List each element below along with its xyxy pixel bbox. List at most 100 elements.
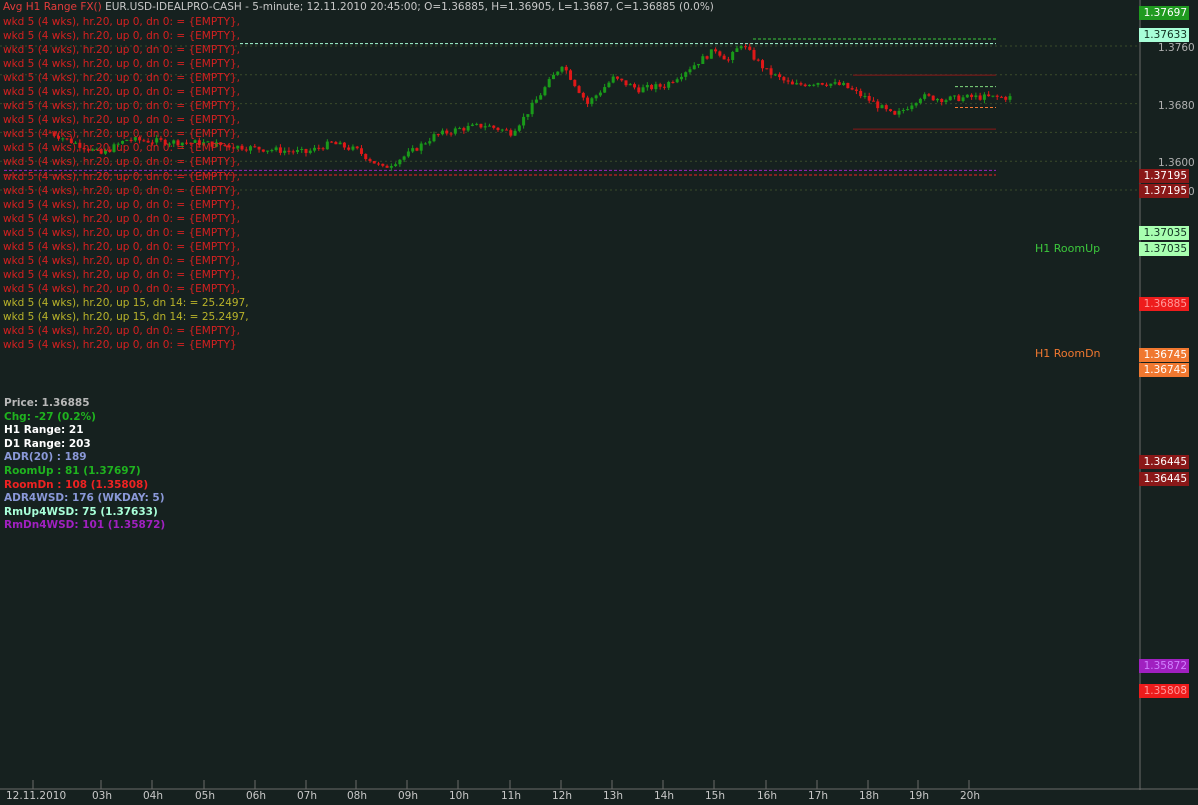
candle-body [816,83,820,85]
candle-body [547,79,551,88]
candle-body [492,125,496,128]
stat-line: D1 Range: 203 [4,437,91,450]
candle-body [752,49,756,60]
candle-body [539,95,543,100]
candle-body [249,146,253,151]
candle-body [739,46,743,49]
candle-body [325,141,329,150]
price-tag: 1.37697 [1139,6,1189,20]
candle-body [351,146,355,150]
candle-body [368,159,372,162]
log-line: wkd 5 (4 wks), hr.20, up 0, dn 0: = {EMP… [3,198,241,211]
candle-body [445,130,449,134]
time-label: 14h [654,790,675,802]
candle-body [470,124,474,126]
candle-body [483,126,487,128]
candle-body [957,95,961,101]
room-down-label: H1 RoomDn [1035,347,1101,360]
candle-body [278,147,282,153]
candle-body [394,164,398,167]
candle-body [633,84,637,88]
log-line: wkd 5 (4 wks), hr.20, up 0, dn 0: = {EMP… [3,44,241,57]
candle-body [300,149,304,151]
time-label: 04h [143,790,164,802]
stat-line: ADR(20) : 189 [4,451,87,464]
candle-body [837,82,841,85]
time-label: 16h [757,790,778,802]
candle-body [940,98,944,103]
candle-body [880,105,884,109]
candle-body [978,95,982,100]
candle-body [577,86,581,93]
candle-body [897,110,901,115]
price-tag: 1.37035 [1139,242,1189,256]
candle-body [359,148,363,154]
stat-line: RmDn4WSD: 101 (1.35872) [4,519,166,532]
candle-body [385,165,389,168]
candle-body [317,147,321,149]
candle-body [842,82,846,85]
candle-body [825,84,829,86]
instrument-info: EUR.USD-IDEALPRO-CASH - 5-minute; 12.11.… [105,1,714,13]
candle-body [402,156,406,160]
candle-body [782,77,786,81]
log-line: wkd 5 (4 wks), hr.20, up 0, dn 0: = {EMP… [3,212,241,225]
candle-body [415,148,419,151]
log-line: wkd 5 (4 wks), hr.20, up 0, dn 0: = {EMP… [3,72,241,85]
candle-body [330,141,334,143]
candle-body [517,125,521,131]
candle-body [709,49,713,59]
log-line: wkd 5 (4 wks), hr.20, up 0, dn 0: = {EMP… [3,226,241,239]
time-label: 10h [449,790,470,802]
log-line: wkd 5 (4 wks), hr.20, up 0, dn 0: = {EMP… [3,325,241,338]
candle-body [270,150,274,152]
stat-line: H1 Range: 21 [4,424,84,437]
time-label: 12h [552,790,573,802]
candle-body [765,68,769,70]
candle-body [423,143,427,145]
log-line: wkd 5 (4 wks), hr.20, up 0, dn 0: = {EMP… [3,268,241,281]
candle-body [505,129,509,131]
candle-body [756,59,760,61]
log-line: wkd 5 (4 wks), hr.20, up 0, dn 0: = {EMP… [3,240,241,253]
log-line: wkd 5 (4 wks), hr.20, up 0, dn 0: = {EMP… [3,30,241,43]
stat-line: RmUp4WSD: 75 (1.37633) [4,505,158,518]
candle-body [530,102,534,115]
candle-body [291,151,295,153]
price-tag: 1.35872 [1139,659,1189,673]
candle-body [667,82,671,88]
candle-body [889,109,893,112]
candle-body [308,150,312,153]
candle-body [692,65,696,70]
candle-body [295,149,299,153]
candle-body [769,68,773,75]
candle-body [342,142,346,148]
candle-body [671,82,675,84]
candle-body [645,84,649,88]
time-label: 08h [347,790,368,802]
candle-body [607,82,611,88]
price-tag: 1.36745 [1139,363,1189,377]
candle-body [803,84,807,87]
candle-body [935,98,939,101]
candle-body [850,88,854,90]
axis-price-label: 1.3680 [1158,99,1195,112]
candle-body [496,127,500,131]
candle-body [953,95,957,97]
candle-body [458,128,462,130]
candle-body [688,69,692,73]
candle-body [1008,96,1012,100]
candle-body [406,151,410,157]
candle-body [556,71,560,75]
candle-body [620,78,624,81]
indicator-log: wkd 5 (4 wks), hr.20, up 0, dn 0: = {EMP… [3,15,249,352]
price-tag: 1.35808 [1139,684,1189,698]
axis-price-label: 1.3760 [1158,42,1195,54]
price-tag: 1.36445 [1139,455,1189,469]
time-label: 11h [501,790,522,802]
time-label: 03h [92,790,113,802]
candle-body [863,95,867,97]
candle-body [487,125,491,127]
candle-body [684,72,688,77]
candle-body [428,141,432,144]
